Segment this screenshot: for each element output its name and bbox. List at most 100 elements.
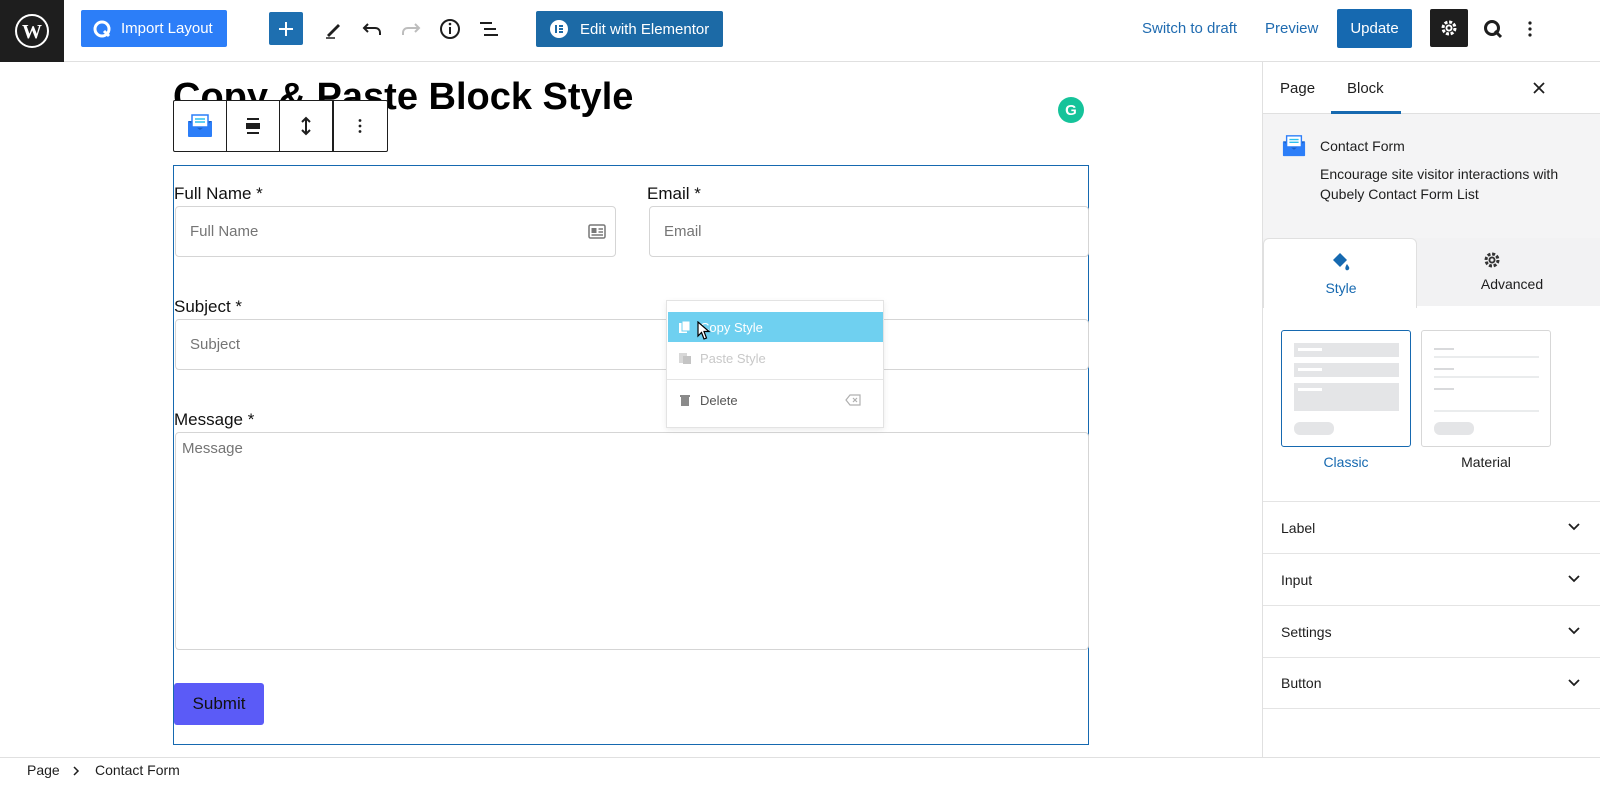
contact-form-block[interactable]: Full Name * Full Name Email * Email Subj…: [173, 165, 1089, 745]
preview-link[interactable]: Preview: [1265, 20, 1318, 37]
copy-icon: [679, 320, 691, 333]
mouse-cursor-icon: [697, 321, 711, 340]
menu-divider: [667, 379, 883, 380]
tab-style-label: Style: [1325, 280, 1357, 296]
redo-icon: [402, 23, 421, 35]
button-panel-toggle[interactable]: Button: [1263, 657, 1600, 709]
update-button[interactable]: Update: [1337, 9, 1412, 48]
qubely-q-icon: [1484, 20, 1503, 39]
breadcrumb: Page Contact Form: [0, 757, 1600, 795]
full-name-input[interactable]: Full Name: [175, 206, 616, 257]
svg-text:W: W: [22, 21, 42, 43]
paste-style-menu-item[interactable]: Paste Style: [668, 343, 883, 373]
list-view-button[interactable]: [474, 14, 504, 44]
material-layout-preview: [1434, 348, 1539, 435]
plus-icon: [279, 21, 293, 36]
style-advanced-tabs: Style Advanced: [1263, 238, 1600, 308]
undo-button[interactable]: [357, 14, 387, 44]
align-wide-icon: [246, 118, 260, 134]
edit-with-elementor-label: Edit with Elementor: [580, 20, 710, 38]
paste-icon: [679, 353, 691, 364]
chevron-down-icon: [1568, 627, 1580, 635]
subject-label: Subject *: [174, 297, 243, 316]
move-vertical-icon: [301, 116, 311, 136]
tools-button[interactable]: [318, 14, 348, 44]
import-layout-label: Import Layout: [121, 20, 213, 37]
options-menu-button[interactable]: [1520, 14, 1540, 44]
block-options-button[interactable]: [333, 101, 386, 151]
undo-icon: [362, 23, 381, 35]
tab-advanced-label: Advanced: [1480, 276, 1544, 292]
full-name-placeholder: Full Name: [190, 223, 259, 240]
list-view-icon: [480, 22, 498, 36]
full-name-label: Full Name *: [174, 184, 263, 203]
delete-menu-item[interactable]: Delete: [668, 385, 883, 415]
input-panel-toggle[interactable]: Input: [1263, 553, 1600, 605]
gear-icon: [1441, 20, 1457, 36]
paste-style-label: Paste Style: [700, 350, 766, 366]
switch-to-draft-link[interactable]: Switch to draft: [1142, 20, 1237, 37]
breadcrumb-page[interactable]: Page: [27, 762, 60, 778]
wordpress-icon: W: [15, 14, 49, 48]
block-context-menu: Copy Style Paste Style Delete: [666, 300, 884, 428]
contact-form-icon: [1282, 135, 1306, 157]
input-panel-title: Input: [1281, 571, 1313, 588]
submit-button[interactable]: Submit: [174, 683, 264, 725]
chevron-right-icon: [73, 766, 80, 776]
sidebar-tabs: Page Block: [1263, 62, 1600, 114]
wordpress-logo-button[interactable]: W: [0, 0, 64, 62]
block-type-button[interactable]: [174, 101, 227, 151]
tab-style[interactable]: Style: [1263, 238, 1417, 308]
edit-with-elementor-button[interactable]: Edit with Elementor: [536, 11, 723, 47]
gear-icon: [1484, 252, 1500, 268]
breadcrumb-contact-form[interactable]: Contact Form: [95, 762, 180, 778]
info-icon: [440, 19, 460, 39]
add-block-button[interactable]: [269, 12, 303, 45]
chevron-down-icon: [1568, 679, 1580, 687]
button-panel-title: Button: [1281, 675, 1322, 691]
settings-button[interactable]: [1430, 9, 1468, 47]
keyboard-shortcut-icon: [845, 394, 861, 406]
block-title: Contact Form: [1320, 138, 1405, 154]
message-placeholder: Message: [182, 440, 243, 457]
tab-block[interactable]: Block: [1347, 80, 1384, 97]
close-icon: [1533, 82, 1545, 94]
subject-input[interactable]: Subject: [175, 319, 1089, 370]
move-button[interactable]: [279, 100, 334, 152]
tab-page[interactable]: Page: [1280, 80, 1315, 97]
grammarly-icon[interactable]: G: [1058, 97, 1084, 123]
chevron-down-icon: [1568, 523, 1580, 531]
close-sidebar-button[interactable]: [1529, 78, 1549, 98]
settings-panel-toggle[interactable]: Settings: [1263, 605, 1600, 657]
message-textarea[interactable]: Message: [175, 432, 1089, 650]
email-input[interactable]: Email: [649, 206, 1089, 257]
contact-card-icon: [588, 224, 606, 239]
align-button[interactable]: [227, 101, 280, 151]
subject-placeholder: Subject: [190, 336, 241, 353]
qubely-button[interactable]: [1480, 14, 1506, 44]
block-description: Encourage site visitor interactions with…: [1320, 166, 1559, 202]
paint-bucket-icon: [1333, 253, 1350, 271]
material-style-label: Material: [1461, 454, 1511, 470]
block-card: Contact Form Encourage site visitor inte…: [1263, 114, 1600, 238]
message-label: Message *: [174, 410, 255, 429]
elementor-icon: [550, 20, 568, 38]
more-vertical-icon: [358, 119, 361, 133]
classic-layout-preview: [1294, 343, 1399, 435]
label-panel-toggle[interactable]: Label: [1263, 501, 1600, 553]
redo-button[interactable]: [396, 14, 426, 44]
details-button[interactable]: [435, 14, 465, 44]
pencil-icon: [326, 24, 340, 39]
import-layout-button[interactable]: Import Layout: [81, 10, 227, 47]
classic-style-label: Classic: [1323, 454, 1369, 470]
email-label: Email *: [647, 184, 701, 203]
contact-form-icon: [188, 114, 212, 137]
trash-icon: [680, 395, 690, 406]
material-style-option[interactable]: [1421, 330, 1551, 447]
editor-canvas: Copy & Paste Block Style G Full Name * F…: [0, 62, 1262, 757]
label-panel-title: Label: [1281, 519, 1316, 536]
settings-panel-title: Settings: [1281, 623, 1332, 640]
qubely-q-icon: [93, 20, 111, 37]
classic-style-option[interactable]: [1281, 330, 1411, 447]
settings-sidebar: Page Block Contact Form Encourage site v…: [1262, 62, 1600, 757]
